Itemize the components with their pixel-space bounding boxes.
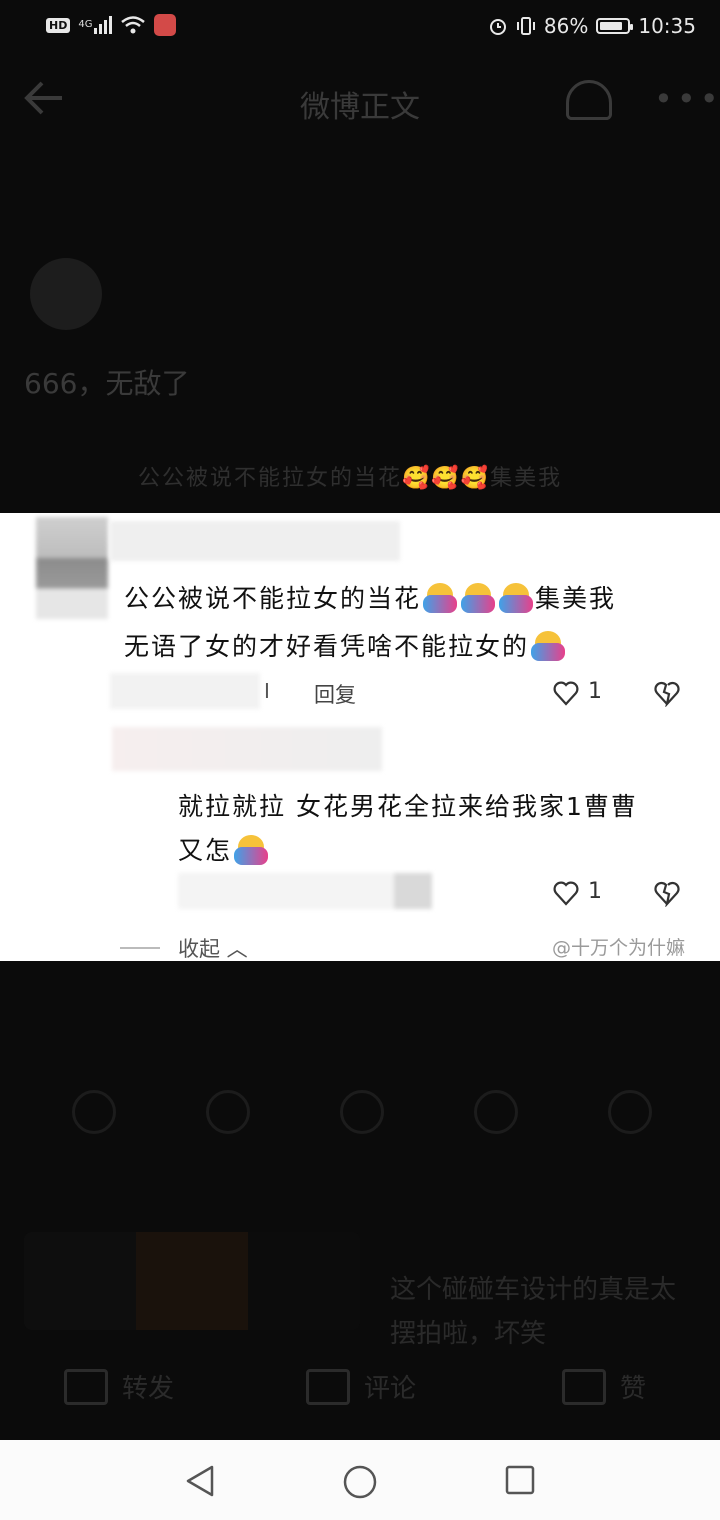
wifi-icon bbox=[121, 16, 146, 34]
reaction-icon[interactable] bbox=[206, 1090, 250, 1134]
battery-percent: 86% bbox=[543, 14, 589, 38]
comment-icon bbox=[306, 1368, 350, 1405]
forward-label: 转发 bbox=[122, 1374, 175, 1404]
forward-button[interactable]: 转发 bbox=[64, 1368, 174, 1405]
comment-label: 评论 bbox=[364, 1374, 417, 1404]
hd-indicator: HD bbox=[46, 17, 71, 33]
related-title[interactable]: 这个碰碰车设计的真是太摆拍啦，坏笑 bbox=[390, 1268, 690, 1356]
network-type: 4G bbox=[78, 19, 93, 30]
circle-home-icon[interactable] bbox=[342, 1464, 378, 1500]
hugging-emoji bbox=[499, 583, 534, 613]
reaction-icon[interactable] bbox=[608, 1090, 652, 1134]
post-text: 666，无敌了 bbox=[24, 367, 190, 400]
hugging-emoji bbox=[234, 835, 269, 865]
blurred-username bbox=[110, 521, 400, 561]
heart-icon[interactable] bbox=[552, 679, 580, 707]
like-button[interactable]: 赞 bbox=[562, 1368, 646, 1405]
weibo-watermark: @十万个为什嫲 bbox=[552, 937, 686, 959]
hugging-emoji bbox=[461, 583, 496, 613]
broken-heart-icon[interactable] bbox=[652, 879, 682, 907]
comment-image: 公公被说不能拉女的当花 集美我 无语了女的才好看凭啥不能拉女的 I 回复 1 就拉… bbox=[0, 513, 720, 961]
like-label: 赞 bbox=[620, 1374, 647, 1404]
hugging-emoji bbox=[423, 583, 458, 613]
status-left: HD 4G bbox=[46, 14, 177, 36]
headphones-icon[interactable] bbox=[566, 80, 612, 120]
clock: 10:35 bbox=[638, 14, 696, 38]
system-nav-bar bbox=[0, 1440, 720, 1520]
post-action-bar: 转发 评论 赞 bbox=[0, 1360, 720, 1420]
comment-1-like-count: 1 bbox=[588, 679, 602, 704]
battery-icon bbox=[596, 18, 634, 34]
collapse-divider bbox=[120, 947, 160, 949]
reaction-icon[interactable] bbox=[340, 1090, 384, 1134]
square-recent-icon[interactable] bbox=[504, 1464, 536, 1496]
reply-button[interactable]: 回复 bbox=[314, 679, 356, 709]
comment-2-like-count: 1 bbox=[588, 879, 602, 904]
comment-2-line2: 又怎 bbox=[178, 836, 233, 865]
comment-1-line2: 无语了女的才好看凭啥不能拉女的 bbox=[124, 632, 530, 661]
share-icon bbox=[64, 1368, 108, 1405]
quoted-text: 公公被说不能拉女的当花🥰🥰🥰集美我 bbox=[138, 466, 563, 491]
page-title: 微博正文 bbox=[300, 90, 420, 125]
heart-icon[interactable] bbox=[552, 879, 580, 907]
related-thumbnail[interactable] bbox=[24, 1232, 360, 1330]
status-bar: HD 4G 86% 10:35 bbox=[0, 0, 720, 58]
comment-1-line1: 公公被说不能拉女的当花 bbox=[124, 584, 422, 613]
author-avatar[interactable] bbox=[30, 258, 102, 330]
triangle-back-icon[interactable] bbox=[184, 1464, 216, 1498]
thumbs-up-icon bbox=[562, 1368, 606, 1405]
broken-heart-icon[interactable] bbox=[652, 679, 682, 707]
blurred-avatar bbox=[36, 517, 108, 619]
reaction-icon[interactable] bbox=[474, 1090, 518, 1134]
collapse-button[interactable]: 收起 ︿ bbox=[178, 933, 248, 961]
comment-1-text: 公公被说不能拉女的当花 集美我 无语了女的才好看凭啥不能拉女的 bbox=[124, 575, 684, 671]
more-icon[interactable]: ••• bbox=[654, 80, 720, 118]
alarm-icon bbox=[489, 19, 506, 35]
hugging-emoji bbox=[531, 631, 566, 661]
app-notification-icon bbox=[154, 14, 177, 36]
status-right: 86% 10:35 bbox=[488, 14, 696, 38]
comment-1-line1-end: 集美我 bbox=[535, 584, 617, 613]
collapse-label: 收起 bbox=[178, 937, 220, 961]
blurred-meta-2 bbox=[178, 873, 432, 909]
blurred-reply-user bbox=[112, 727, 382, 771]
blurred-meta bbox=[110, 673, 260, 709]
reply-separator: I bbox=[264, 679, 270, 703]
comment-2-text: 就拉就拉 女花男花全拉来给我家1曹曹 又怎 bbox=[178, 785, 698, 873]
signal-icon bbox=[94, 16, 113, 34]
comment-2-line1: 就拉就拉 女花男花全拉来给我家1曹曹 bbox=[178, 792, 638, 821]
vibrate-icon bbox=[516, 17, 535, 35]
reaction-icon[interactable] bbox=[72, 1090, 116, 1134]
comment-button[interactable]: 评论 bbox=[306, 1368, 416, 1405]
